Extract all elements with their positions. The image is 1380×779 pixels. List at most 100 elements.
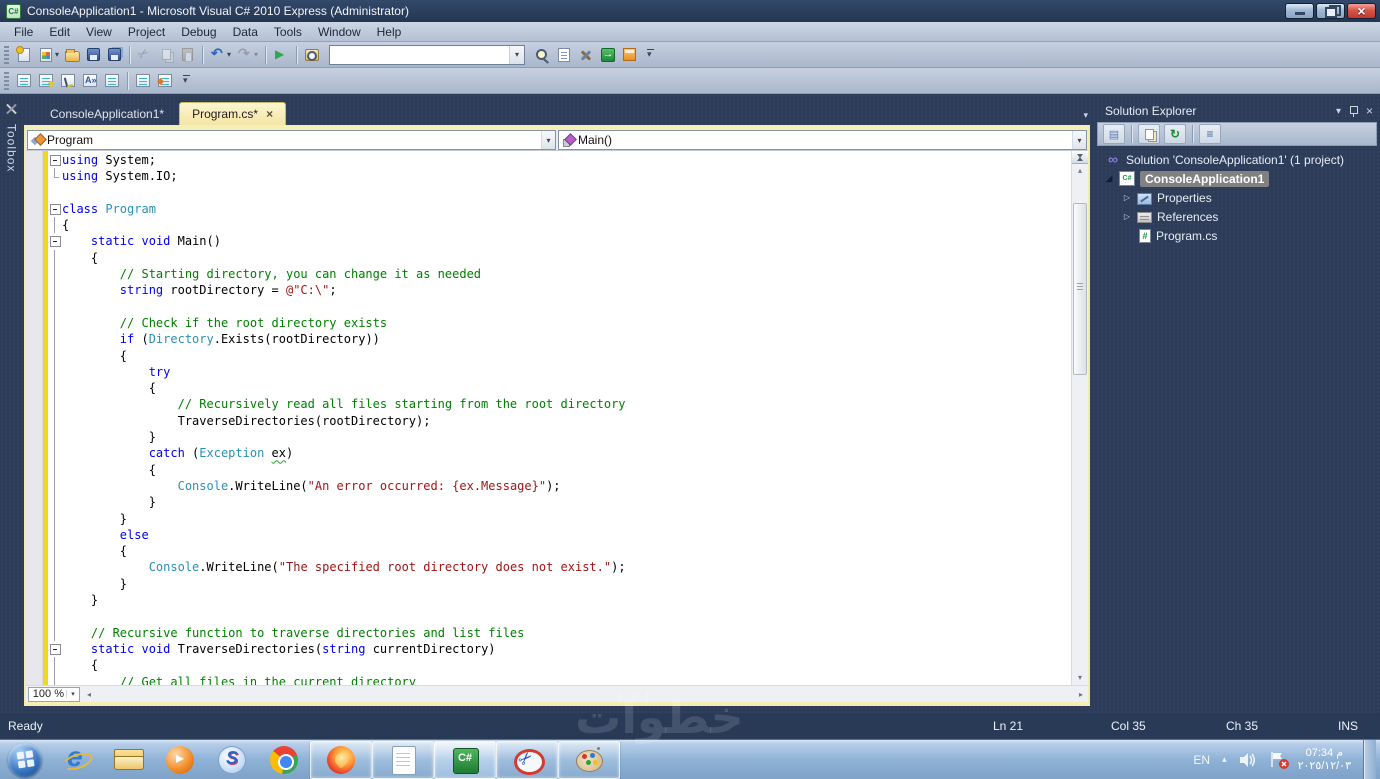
- chevron-down-icon[interactable]: ▾: [541, 131, 555, 149]
- chevron-down-icon[interactable]: ▾: [509, 45, 525, 64]
- se-properties-button[interactable]: [1103, 124, 1125, 144]
- chevron-expanded-icon[interactable]: ◢: [1099, 173, 1119, 184]
- cut-button[interactable]: [135, 44, 155, 66]
- complete-word-button[interactable]: [80, 70, 100, 92]
- open-file-button[interactable]: [63, 44, 82, 66]
- toolbar-grip[interactable]: [4, 45, 9, 64]
- increase-indent-button[interactable]: [155, 70, 175, 92]
- tree-item-references[interactable]: ▷ References: [1097, 207, 1377, 226]
- minimize-button[interactable]: [1285, 3, 1314, 19]
- quick-info-button[interactable]: [58, 70, 78, 92]
- vertical-scroll-track[interactable]: [1072, 178, 1088, 671]
- parameter-info-button[interactable]: [36, 70, 56, 92]
- navigate-button[interactable]: [598, 44, 618, 66]
- start-debug-button[interactable]: [271, 44, 291, 66]
- chrome-button[interactable]: [258, 740, 310, 779]
- toolbar-overflow-button[interactable]: [177, 70, 197, 92]
- close-tab-icon[interactable]: ×: [266, 108, 273, 120]
- hidden-icons-chevron-icon[interactable]: ▴: [1222, 754, 1227, 765]
- chevron-down-icon[interactable]: ▾: [66, 690, 79, 698]
- view-code-button[interactable]: [1199, 124, 1221, 144]
- restore-button[interactable]: [1316, 3, 1345, 19]
- file-explorer-button[interactable]: [102, 740, 154, 779]
- member-dropdown[interactable]: Main() ▾: [558, 130, 1087, 150]
- chevron-collapsed-icon[interactable]: ▷: [1117, 212, 1137, 221]
- vertical-scroll-thumb[interactable]: [1073, 202, 1087, 376]
- breakpoint-margin[interactable]: [26, 151, 43, 685]
- split-window-handle[interactable]: [1072, 151, 1088, 164]
- document-list-chevron-icon[interactable]: ▾: [1083, 110, 1088, 121]
- close-button[interactable]: [1347, 3, 1376, 19]
- swirl-browser-button[interactable]: [206, 740, 258, 779]
- save-button[interactable]: [84, 44, 103, 66]
- close-panel-icon[interactable]: ×: [1366, 104, 1373, 118]
- horizontal-scroll-track[interactable]: [96, 686, 1074, 702]
- fold-toggle-icon[interactable]: [48, 152, 62, 168]
- menu-edit[interactable]: Edit: [41, 23, 78, 41]
- decrease-indent-button[interactable]: [133, 70, 153, 92]
- show-all-files-button[interactable]: [1138, 124, 1160, 144]
- menu-file[interactable]: File: [6, 23, 41, 41]
- media-player-button[interactable]: [154, 740, 206, 779]
- clock[interactable]: 07:34 م ٢٠٢٥/١٢/٠٣: [1298, 747, 1351, 773]
- toolbar-grip[interactable]: [4, 71, 9, 90]
- toolbar-search-combobox[interactable]: ▾: [329, 44, 526, 65]
- window-position-chevron-icon[interactable]: ▾: [1336, 106, 1341, 117]
- fold-toggle-icon[interactable]: [48, 641, 62, 657]
- refresh-button[interactable]: [1164, 124, 1186, 144]
- code-area[interactable]: using System; using System.IO; class Progr…: [48, 151, 1071, 685]
- menu-view[interactable]: View: [78, 23, 120, 41]
- tab-program-cs-[interactable]: Program.cs* ×: [179, 102, 287, 125]
- tree-item-consoleapplication1[interactable]: ◢ ConsoleApplication1: [1097, 169, 1377, 188]
- horizontal-scrollbar[interactable]: 100 % ▾ ◂ ▸: [26, 685, 1088, 702]
- visual-csharp-button[interactable]: [434, 741, 496, 779]
- paste-button[interactable]: [178, 44, 197, 66]
- scroll-down-icon[interactable]: ▾: [1072, 671, 1088, 685]
- paint-button[interactable]: [558, 741, 620, 779]
- fold-toggle-icon[interactable]: [48, 233, 62, 249]
- start-button[interactable]: [8, 742, 42, 777]
- tree-item-program-cs[interactable]: Program.cs: [1097, 226, 1377, 245]
- type-dropdown[interactable]: Program ▾: [27, 130, 556, 150]
- find-symbol-button[interactable]: [532, 44, 552, 66]
- toolbox-tab[interactable]: Toolbox: [0, 94, 23, 713]
- find-button[interactable]: [302, 44, 322, 66]
- chevron-down-icon[interactable]: ▾: [254, 50, 258, 59]
- undo-button[interactable]: ▾: [208, 44, 233, 66]
- language-indicator[interactable]: EN: [1193, 753, 1210, 767]
- menu-help[interactable]: Help: [369, 23, 410, 41]
- tab-consoleapplication1-[interactable]: ConsoleApplication1*: [38, 102, 176, 125]
- redo-button[interactable]: ▾: [235, 44, 260, 66]
- menu-window[interactable]: Window: [310, 23, 369, 41]
- auto-hide-pin-icon[interactable]: [1349, 105, 1358, 117]
- tree-item-properties[interactable]: ▷ Properties: [1097, 188, 1377, 207]
- member-list-button[interactable]: [14, 70, 34, 92]
- fold-toggle-icon[interactable]: [48, 201, 62, 217]
- save-all-button[interactable]: [105, 44, 124, 66]
- chevron-collapsed-icon[interactable]: ▷: [1117, 193, 1137, 202]
- extension-manager-button[interactable]: [576, 44, 596, 66]
- new-project-button[interactable]: [14, 44, 34, 66]
- action-center-flag-icon[interactable]: [1269, 751, 1289, 769]
- chevron-down-icon[interactable]: ▾: [1072, 131, 1086, 149]
- snipping-tool-button[interactable]: [496, 741, 558, 779]
- copy-button[interactable]: [157, 44, 176, 66]
- comment-lines-button[interactable]: [102, 70, 122, 92]
- toolbar-overflow-button[interactable]: [641, 44, 661, 66]
- scroll-up-icon[interactable]: ▴: [1072, 164, 1088, 178]
- menu-project[interactable]: Project: [120, 23, 173, 41]
- menu-debug[interactable]: Debug: [173, 23, 224, 41]
- menu-tools[interactable]: Tools: [266, 23, 310, 41]
- chevron-down-icon[interactable]: ▾: [227, 50, 231, 59]
- internet-explorer-button[interactable]: [50, 740, 102, 779]
- menu-data[interactable]: Data: [225, 23, 266, 41]
- volume-icon[interactable]: [1239, 752, 1257, 768]
- show-desktop-button[interactable]: [1363, 740, 1376, 779]
- vertical-scrollbar[interactable]: ▴ ▾: [1071, 151, 1088, 685]
- notepad-button[interactable]: [372, 741, 434, 779]
- editor-zoom-dropdown[interactable]: 100 % ▾: [28, 686, 80, 702]
- chevron-down-icon[interactable]: ▾: [55, 50, 59, 59]
- solution-explorer-button[interactable]: [620, 44, 639, 66]
- tree-item-solution-consoleapplication1-1-project-[interactable]: Solution 'ConsoleApplication1' (1 projec…: [1097, 150, 1377, 169]
- scroll-left-icon[interactable]: ◂: [82, 690, 96, 699]
